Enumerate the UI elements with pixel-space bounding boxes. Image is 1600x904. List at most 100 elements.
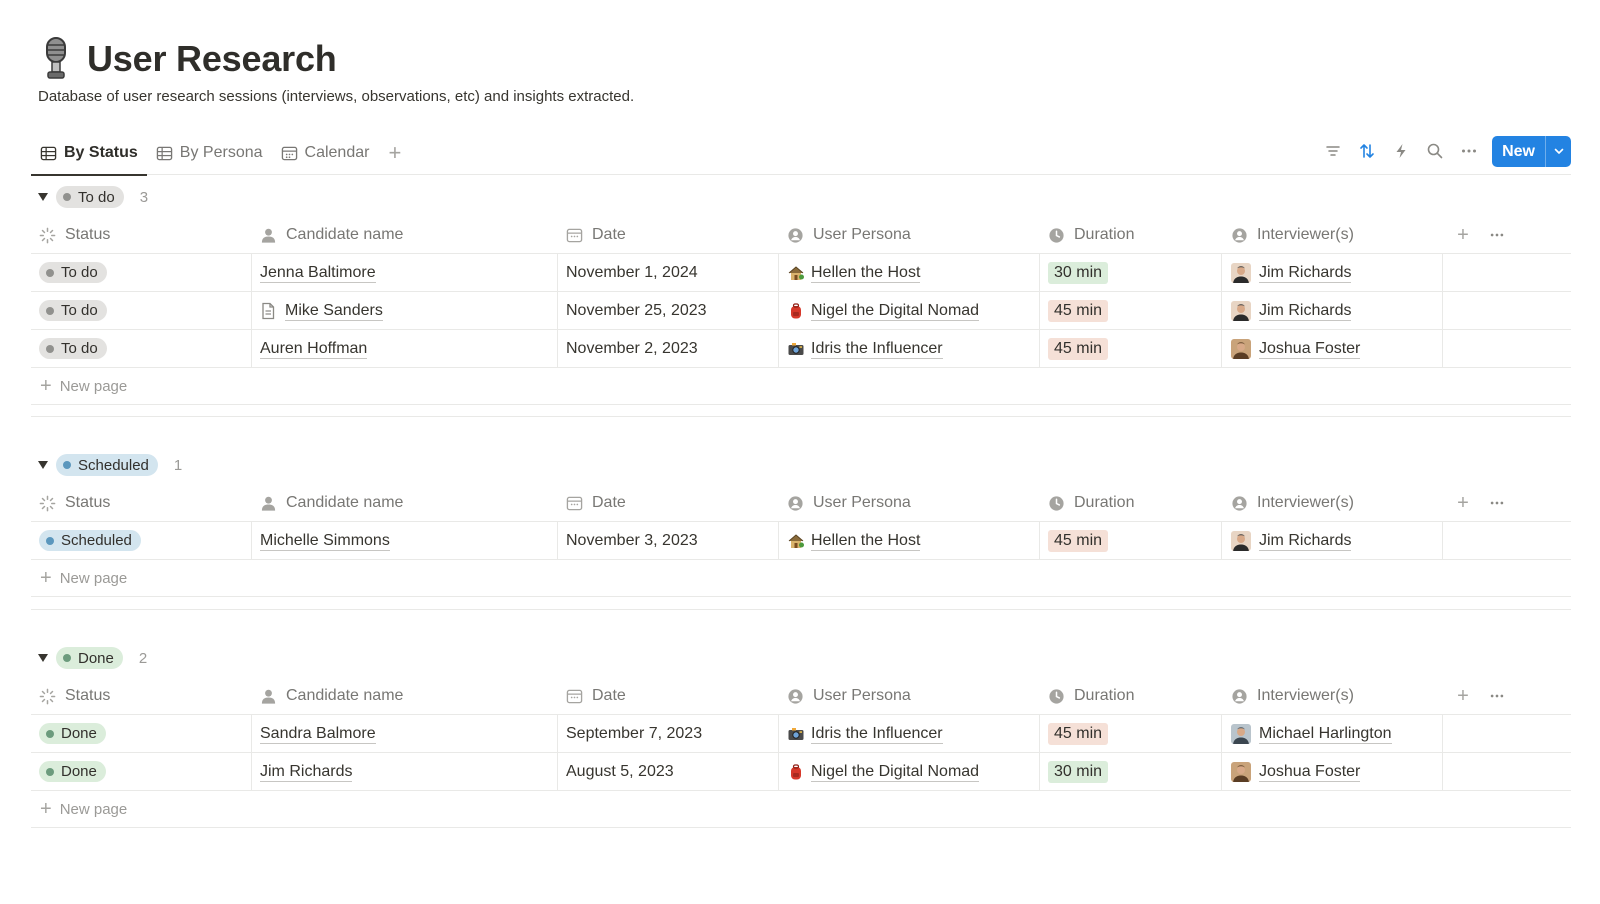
column-header[interactable]: Interviewer(s) xyxy=(1231,216,1354,254)
candidate-cell[interactable]: Michelle Simmons xyxy=(260,522,390,559)
status-pill[interactable]: Done xyxy=(39,761,106,782)
candidate-name[interactable]: Sandra Balmore xyxy=(260,724,376,744)
collapse-toggle[interactable] xyxy=(35,457,51,473)
status-cell[interactable]: To do xyxy=(39,330,107,367)
status-pill[interactable]: Done xyxy=(39,723,106,744)
automation-button[interactable] xyxy=(1384,136,1418,166)
duration-cell[interactable]: 30 min xyxy=(1048,753,1109,790)
column-header[interactable]: Date xyxy=(566,677,626,715)
add-view-button[interactable]: + xyxy=(378,131,411,175)
persona-link[interactable]: Nigel the Digital Nomad xyxy=(811,301,980,321)
candidate-cell[interactable]: Jim Richards xyxy=(260,753,353,790)
interviewer-cell[interactable]: Michael Harlington xyxy=(1231,715,1392,752)
new-page-button[interactable]: + New page xyxy=(31,560,1571,597)
interviewer-name[interactable]: Joshua Foster xyxy=(1259,762,1361,782)
page-title[interactable]: User Research xyxy=(87,38,337,80)
interviewer-name[interactable]: Jim Richards xyxy=(1259,263,1352,283)
persona-cell[interactable]: Idris the Influencer xyxy=(787,330,943,367)
new-dropdown-button[interactable] xyxy=(1545,135,1571,167)
group-status-pill[interactable]: To do xyxy=(56,186,124,208)
persona-cell[interactable]: Nigel the Digital Nomad xyxy=(787,753,980,790)
column-header[interactable]: Status xyxy=(39,216,110,254)
duration-cell[interactable]: 30 min xyxy=(1048,254,1109,291)
interviewer-name[interactable]: Jim Richards xyxy=(1259,531,1352,551)
persona-cell[interactable]: Hellen the Host xyxy=(787,522,921,559)
tab-calendar[interactable]: Calendar xyxy=(272,131,379,175)
interviewer-name[interactable]: Michael Harlington xyxy=(1259,724,1392,744)
column-header[interactable]: Interviewer(s) xyxy=(1231,484,1354,522)
duration-cell[interactable]: 45 min xyxy=(1048,292,1109,329)
column-header[interactable]: Candidate name xyxy=(260,677,403,715)
date-cell[interactable]: November 1, 2024 xyxy=(566,254,698,291)
more-icon[interactable] xyxy=(1485,677,1509,715)
more-options-button[interactable] xyxy=(1452,136,1486,166)
duration-cell[interactable]: 45 min xyxy=(1048,522,1109,559)
more-icon[interactable] xyxy=(1485,484,1509,522)
column-header[interactable]: Status xyxy=(39,484,110,522)
date-cell[interactable]: November 2, 2023 xyxy=(566,330,698,367)
table-row[interactable]: Scheduled Michelle Simmons November 3, 202… xyxy=(31,522,1571,560)
add-property-button[interactable]: + xyxy=(1451,677,1475,715)
date-cell[interactable]: September 7, 2023 xyxy=(566,715,702,752)
column-header[interactable]: Duration xyxy=(1048,216,1134,254)
status-pill[interactable]: To do xyxy=(39,262,107,283)
interviewer-cell[interactable]: Jim Richards xyxy=(1231,254,1352,291)
status-cell[interactable]: To do xyxy=(39,254,107,291)
candidate-name[interactable]: Auren Hoffman xyxy=(260,339,368,359)
interviewer-cell[interactable]: Jim Richards xyxy=(1231,522,1352,559)
table-row[interactable]: To do Auren Hoffman November 2, 2023 Idris … xyxy=(31,330,1571,368)
persona-link[interactable]: Nigel the Digital Nomad xyxy=(811,762,980,782)
status-cell[interactable]: Scheduled xyxy=(39,522,141,559)
collapse-toggle[interactable] xyxy=(35,650,51,666)
table-row[interactable]: To do Mike Sanders November 25, 2023 Nigel … xyxy=(31,292,1571,330)
candidate-name[interactable]: Mike Sanders xyxy=(285,301,383,321)
column-header[interactable]: User Persona xyxy=(787,484,911,522)
persona-cell[interactable]: Hellen the Host xyxy=(787,254,921,291)
persona-link[interactable]: Idris the Influencer xyxy=(811,339,943,359)
tab-by-persona[interactable]: By Persona xyxy=(147,131,272,175)
status-pill[interactable]: To do xyxy=(39,300,107,321)
interviewer-name[interactable]: Jim Richards xyxy=(1259,301,1352,321)
persona-link[interactable]: Hellen the Host xyxy=(811,263,921,283)
column-header[interactable]: Date xyxy=(566,216,626,254)
duration-cell[interactable]: 45 min xyxy=(1048,330,1109,367)
column-header[interactable]: User Persona xyxy=(787,677,911,715)
interviewer-cell[interactable]: Joshua Foster xyxy=(1231,753,1361,790)
column-header[interactable]: User Persona xyxy=(787,216,911,254)
status-cell[interactable]: To do xyxy=(39,292,107,329)
new-page-button[interactable]: + New page xyxy=(31,791,1571,828)
column-header[interactable]: Duration xyxy=(1048,484,1134,522)
status-pill[interactable]: To do xyxy=(39,338,107,359)
sort-button[interactable] xyxy=(1350,136,1384,166)
table-row[interactable]: Done Jim Richards August 5, 2023 Nigel the … xyxy=(31,753,1571,791)
tab-by-status[interactable]: By Status xyxy=(31,131,147,176)
candidate-name[interactable]: Michelle Simmons xyxy=(260,531,390,551)
persona-cell[interactable]: Idris the Influencer xyxy=(787,715,943,752)
status-pill[interactable]: Scheduled xyxy=(39,530,141,551)
candidate-name[interactable]: Jenna Baltimore xyxy=(260,263,376,283)
duration-cell[interactable]: 45 min xyxy=(1048,715,1109,752)
interviewer-cell[interactable]: Joshua Foster xyxy=(1231,330,1361,367)
add-property-button[interactable]: + xyxy=(1451,216,1475,254)
candidate-cell[interactable]: Jenna Baltimore xyxy=(260,254,376,291)
status-cell[interactable]: Done xyxy=(39,715,106,752)
search-button[interactable] xyxy=(1418,136,1452,166)
column-header[interactable]: Status xyxy=(39,677,110,715)
column-header[interactable]: Candidate name xyxy=(260,216,403,254)
persona-cell[interactable]: Nigel the Digital Nomad xyxy=(787,292,980,329)
candidate-cell[interactable]: Mike Sanders xyxy=(260,292,383,329)
date-cell[interactable]: November 3, 2023 xyxy=(566,522,698,559)
table-row[interactable]: Done Sandra Balmore September 7, 2023 Idris… xyxy=(31,715,1571,753)
date-cell[interactable]: November 25, 2023 xyxy=(566,292,707,329)
column-header[interactable]: Date xyxy=(566,484,626,522)
date-cell[interactable]: August 5, 2023 xyxy=(566,753,674,790)
add-property-button[interactable]: + xyxy=(1451,484,1475,522)
status-cell[interactable]: Done xyxy=(39,753,106,790)
candidate-name[interactable]: Jim Richards xyxy=(260,762,353,782)
candidate-cell[interactable]: Sandra Balmore xyxy=(260,715,376,752)
new-button[interactable]: New xyxy=(1492,136,1545,167)
group-status-pill[interactable]: Done xyxy=(56,647,123,669)
group-status-pill[interactable]: Scheduled xyxy=(56,454,158,476)
interviewer-name[interactable]: Joshua Foster xyxy=(1259,339,1361,359)
column-header[interactable]: Duration xyxy=(1048,677,1134,715)
